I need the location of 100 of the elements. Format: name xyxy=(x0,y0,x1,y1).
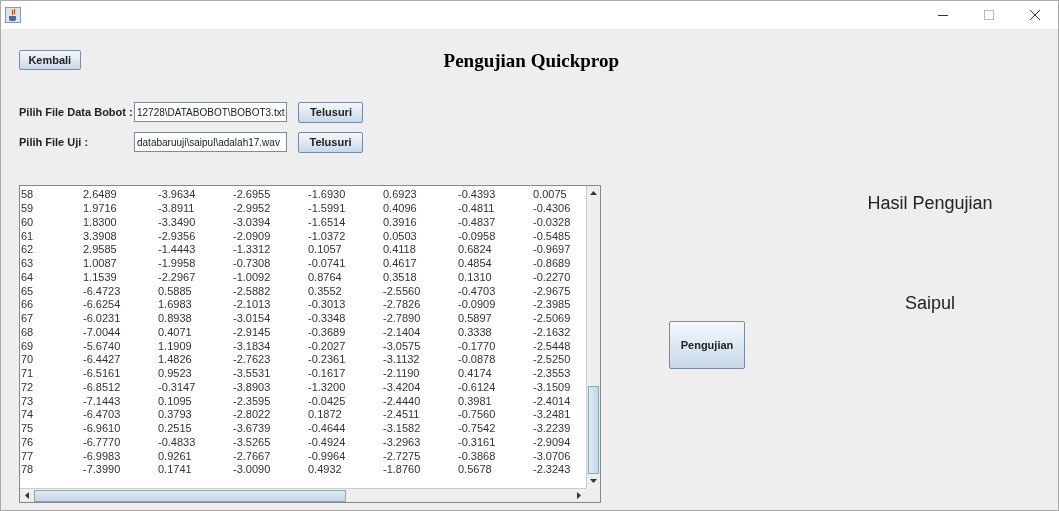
table-cell-text: -7.0044 xyxy=(82,325,122,339)
table-cell-text: -2.7623 xyxy=(232,353,272,367)
table-cell-text: -2.2967 xyxy=(157,270,197,284)
table-cell-text: -6.9983 xyxy=(82,449,122,463)
minimize-icon[interactable] xyxy=(938,14,948,16)
file-path-field[interactable]: databaruuji\saipul\adalah17.wav xyxy=(134,132,287,152)
table-cell-text: -0.3348 xyxy=(307,312,347,326)
test-button[interactable]: Pengujian xyxy=(669,321,745,369)
result-value: Saipul xyxy=(904,293,955,314)
table-cell-text: -2.1404 xyxy=(382,325,422,339)
table-cell-text: 2.6489 xyxy=(82,188,118,202)
table-cell-text: -3.0706 xyxy=(532,449,572,463)
table-cell-text: -0.2270 xyxy=(532,270,572,284)
browse-button[interactable]: Telusuri xyxy=(298,101,364,123)
table-cell-text: 0.8938 xyxy=(157,312,193,326)
table-cell-text: -1.5991 xyxy=(307,202,347,216)
table-cell-text: -2.3595 xyxy=(232,394,272,408)
table-cell-text: 58 xyxy=(20,188,35,202)
table-cell-text: -0.9964 xyxy=(307,449,347,463)
table-cell-text: -3.0090 xyxy=(232,463,272,477)
table-cell-text: -6.4703 xyxy=(82,408,122,422)
table-cell-text: -1.9958 xyxy=(157,257,197,271)
table-cell-text: -3.6739 xyxy=(232,422,272,436)
table-cell-text: -3.0394 xyxy=(232,215,272,229)
vertical-scrollbar[interactable] xyxy=(586,186,600,488)
table-cell-text: 75 xyxy=(20,422,35,436)
table-cell-text: -2.8022 xyxy=(232,408,272,422)
table-cell-text: 0.4854 xyxy=(457,257,493,271)
table-cell-text: -0.4924 xyxy=(307,435,347,449)
table-cell-text: -2.4440 xyxy=(382,394,422,408)
table-cell-text: 66 xyxy=(20,298,35,312)
table-cell-text: -0.7560 xyxy=(457,408,497,422)
table-cell-text: -2.4511 xyxy=(382,408,421,422)
table-cell-text: 78 xyxy=(20,463,35,477)
table-cell-text: 0.4174 xyxy=(457,367,493,381)
table-cell-text: 0.9523 xyxy=(157,367,193,381)
table-cell-text: -6.5161 xyxy=(82,367,122,381)
table-cell-text: -2.3553 xyxy=(532,367,572,381)
table-cell-text: -0.3868 xyxy=(457,449,497,463)
table-cell-text: 72 xyxy=(20,380,35,394)
table-cell-text: 76 xyxy=(20,435,35,449)
table-cell-text: 3.3908 xyxy=(82,229,118,243)
table-cell-text: -6.0231 xyxy=(82,312,122,326)
table-cell-text: 0.4071 xyxy=(157,325,193,339)
table-cell-text: 0.4932 xyxy=(307,463,343,477)
table-cell-text: -1.6930 xyxy=(307,188,347,202)
table-cell-text: 0.3338 xyxy=(457,325,493,339)
table-cell-text: -0.0425 xyxy=(307,394,347,408)
table-cell-text: -0.4811 xyxy=(457,202,496,216)
table-cell-text: 0.6824 xyxy=(457,243,493,257)
table-cell-text: -1.8760 xyxy=(382,463,422,477)
table-cell-text: -0.3161 xyxy=(457,435,497,449)
table-cell-text: -0.1617 xyxy=(307,367,347,381)
table-cell-text: 0.1872 xyxy=(307,408,343,422)
table-cell-text: -3.2963 xyxy=(382,435,422,449)
file-path-field[interactable]: 12728\DATABOBOT\BOBOT3.txt xyxy=(134,102,288,122)
table-cell-text: 1.9716 xyxy=(82,202,118,216)
table-cell-text: 1.0087 xyxy=(82,257,118,271)
table-cell-text: -7.3990 xyxy=(82,463,122,477)
table-cell-text: -0.0741 xyxy=(307,257,347,271)
table-cell-text: 0.1057 xyxy=(307,243,343,257)
field-label: Pilih File Uji : xyxy=(19,136,90,148)
back-button[interactable]: Kembali xyxy=(19,50,81,70)
browse-button[interactable]: Telusuri xyxy=(298,131,363,153)
table-cell-text: -6.6254 xyxy=(82,298,122,312)
table-cell-text: -2.5882 xyxy=(232,284,272,298)
table-cell-text: -2.5448 xyxy=(532,339,572,353)
scroll-thumb[interactable] xyxy=(34,489,346,502)
table-cell-text: 74 xyxy=(20,408,35,422)
table-cell-text: 0.6923 xyxy=(382,188,418,202)
table-cell-text: -3.1132 xyxy=(382,353,421,367)
table-cell-text: 1.6983 xyxy=(157,298,193,312)
horizontal-scrollbar[interactable] xyxy=(20,488,586,502)
close-icon[interactable] xyxy=(1030,10,1040,20)
table-cell-text: -0.0328 xyxy=(532,215,572,229)
scroll-thumb[interactable] xyxy=(588,386,599,474)
table-cell-text: -0.4644 xyxy=(307,422,347,436)
table-cell-text: -0.0958 xyxy=(457,229,497,243)
table-cell-text: -0.3689 xyxy=(307,325,347,339)
table-cell-text: -0.4837 xyxy=(457,215,497,229)
table-cell-text: 0.5678 xyxy=(457,463,493,477)
table-cell-text: -2.9675 xyxy=(532,284,572,298)
table-cell-text: -3.1509 xyxy=(532,380,572,394)
table-cell-text: -3.8911 xyxy=(157,202,196,216)
table-cell-text: -6.9610 xyxy=(82,422,122,436)
table-cell-text: -3.8903 xyxy=(232,380,272,394)
table-cell-text: -3.1582 xyxy=(382,422,422,436)
table-cell-text: -3.9634 xyxy=(157,188,197,202)
table-cell-text: -2.9952 xyxy=(232,202,272,216)
table-cell-text: 63 xyxy=(20,257,35,271)
table-cell-text: 0.3793 xyxy=(157,408,193,422)
table-cell-text: -2.1013 xyxy=(232,298,272,312)
table-cell-text: 67 xyxy=(20,312,35,326)
table-cell-text: -3.3490 xyxy=(157,215,197,229)
table-cell-text: -3.5531 xyxy=(232,367,272,381)
table-cell-text: 1.1909 xyxy=(157,339,193,353)
table-cell-text: -2.1632 xyxy=(532,325,572,339)
table-cell-text: -0.8689 xyxy=(532,257,572,271)
table-cell-text: -5.6740 xyxy=(82,339,122,353)
table-cell-text: -2.9356 xyxy=(157,229,197,243)
